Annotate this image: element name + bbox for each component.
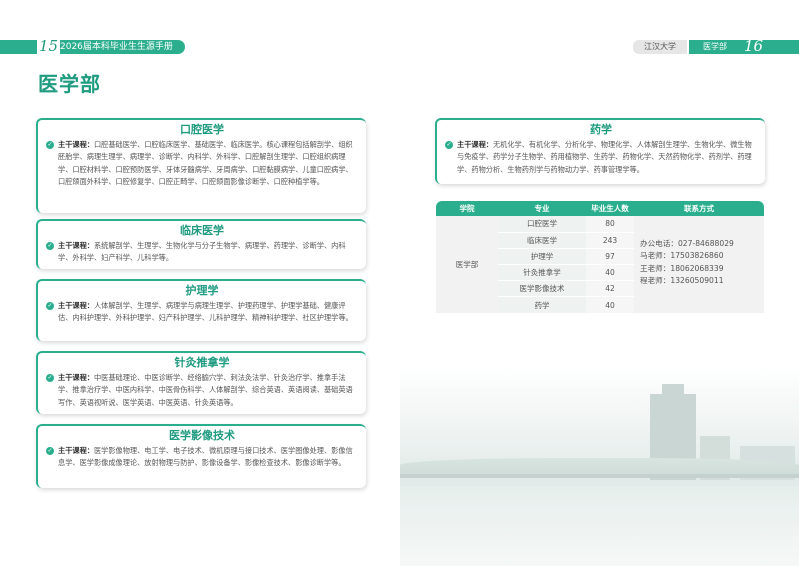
major-card-imaging: 医学影像技术 ✓ 主干课程：医学影像物理、电工学、电子技术、微机原理与接口技术、… (36, 424, 366, 488)
college-cell: 医学部 (436, 216, 498, 314)
major-courses: ✓ 主干课程：口腔基础医学、口腔临床医学、基础医学、临床医学。核心课程包括解剖学… (38, 137, 366, 189)
courses-label: 主干课程： (457, 140, 493, 149)
check-icon: ✓ (46, 242, 54, 250)
header-bar-right: 江汉大学 医学部 (633, 40, 799, 54)
check-icon: ✓ (46, 302, 54, 310)
major-cell: 药学 (498, 296, 586, 314)
contact-cheng: 程老师：13260509011 (640, 275, 724, 285)
major-courses: ✓ 主干课程：系统解剖学、生理学、生物化学与分子生物学、病理学、药理学、诊断学、… (38, 238, 366, 265)
check-icon: ✓ (46, 141, 54, 149)
major-title: 口腔医学 (180, 123, 224, 136)
check-icon: ✓ (46, 447, 54, 455)
campus-scenery-image (400, 366, 799, 566)
courses-text: 医学影像物理、电工学、电子技术、微机原理与接口技术、医学图像处理、影像信息学、医… (58, 446, 353, 468)
major-title: 针灸推拿学 (174, 356, 230, 369)
page-number-right: 16 (744, 37, 764, 55)
major-cell: 临床医学 (498, 232, 586, 249)
major-courses: ✓ 主干课程：中医基础理论、中医诊断学、经络腧穴学、刺法灸法学、针灸治疗学、推拿… (38, 370, 366, 409)
major-title: 医学影像技术 (169, 429, 235, 442)
contact-wang: 王老师：18062068339 (640, 263, 724, 273)
major-card-nursing: 护理学 ✓ 主干课程：人体解剖学、生理学、病理学与病理生理学、护理药理学、护理学… (36, 279, 366, 341)
courses-text: 无机化学、有机化学、分析化学、物理化学、人体解剖生理学、生物化学、微生物与免疫学… (457, 140, 752, 174)
courses-text: 口腔基础医学、口腔临床医学、基础医学、临床医学。核心课程包括解剖学、组织胚胎学、… (58, 140, 353, 187)
page-title: 医学部 (38, 72, 101, 96)
check-icon: ✓ (445, 141, 453, 149)
major-card-pharmacy: 药学 ✓ 主干课程：无机化学、有机化学、分析化学、物理化学、人体解剖生理学、生物… (435, 118, 765, 184)
courses-label: 主干课程： (58, 373, 94, 382)
major-courses: ✓ 主干课程：无机化学、有机化学、分析化学、物理化学、人体解剖生理学、生物化学、… (437, 137, 765, 176)
header-major: 专业 (498, 201, 586, 216)
header-college: 学院 (436, 201, 498, 216)
check-icon: ✓ (46, 374, 54, 382)
table-header-row: 学院 专业 毕业生人数 联系方式 (436, 201, 764, 216)
office-phone: 办公电话：027-84688029 (640, 239, 734, 248)
courses-label: 主干课程： (58, 446, 94, 455)
count-cell: 243 (586, 232, 634, 249)
university-label: 江汉大学 (633, 40, 687, 54)
graduates-table: 学院 专业 毕业生人数 联系方式 医学部 口腔医学 80 办公电话：027-84… (436, 201, 764, 314)
major-courses: ✓ 主干课程：医学影像物理、电工学、电子技术、微机原理与接口技术、医学图像处理、… (38, 443, 366, 470)
count-cell: 40 (586, 264, 634, 282)
count-cell: 40 (586, 296, 634, 314)
river-shape (400, 486, 799, 566)
courses-text: 中医基础理论、中医诊断学、经络腧穴学、刺法灸法学、针灸治疗学、推拿手法学、推拿治… (58, 373, 353, 407)
major-title: 护理学 (185, 284, 219, 297)
major-card-stomatology: 口腔医学 ✓ 主干课程：口腔基础医学、口腔临床医学、基础医学、临床医学。核心课程… (36, 118, 366, 213)
contact-cell: 办公电话：027-84688029 马老师：17503826860 王老师：18… (634, 216, 764, 314)
table-row: 医学部 口腔医学 80 办公电话：027-84688029 马老师：175038… (436, 216, 764, 314)
courses-label: 主干课程： (58, 301, 94, 310)
contact-ma: 马老师：17503826860 (640, 251, 724, 261)
major-cell: 口腔医学 (498, 216, 586, 233)
bridge-shape (400, 474, 799, 478)
count-cell: 97 (586, 248, 634, 266)
courses-label: 主干课程： (58, 140, 94, 149)
page-number-left: 15 (37, 37, 61, 55)
building-shape (662, 384, 684, 398)
major-title: 药学 (590, 123, 612, 136)
handbook-title: 2026届本科毕业生生源手册 (60, 42, 173, 52)
count-cell: 42 (586, 280, 634, 298)
courses-label: 主干课程： (58, 241, 94, 250)
major-courses: ✓ 主干课程：人体解剖学、生理学、病理学与病理生理学、护理药理学、护理学基础、健… (38, 298, 366, 325)
major-card-clinical: 临床医学 ✓ 主干课程：系统解剖学、生理学、生物化学与分子生物学、病理学、药理学… (36, 219, 366, 269)
header-contact: 联系方式 (634, 201, 764, 216)
courses-text: 人体解剖学、生理学、病理学与病理生理学、护理药理学、护理学基础、健康评估、内科护… (58, 301, 353, 323)
major-cell: 护理学 (498, 248, 586, 266)
major-cell: 医学影像技术 (498, 280, 586, 298)
major-cell: 针灸推拿学 (498, 264, 586, 282)
courses-text: 系统解剖学、生理学、生物化学与分子生物学、病理学、药理学、诊断学、内科学、外科学… (58, 241, 346, 263)
count-cell: 80 (586, 216, 634, 233)
major-card-acupuncture: 针灸推拿学 ✓ 主干课程：中医基础理论、中医诊断学、经络腧穴学、刺法灸法学、针灸… (36, 351, 366, 414)
header-count: 毕业生人数 (586, 201, 634, 216)
major-title: 临床医学 (180, 224, 224, 237)
